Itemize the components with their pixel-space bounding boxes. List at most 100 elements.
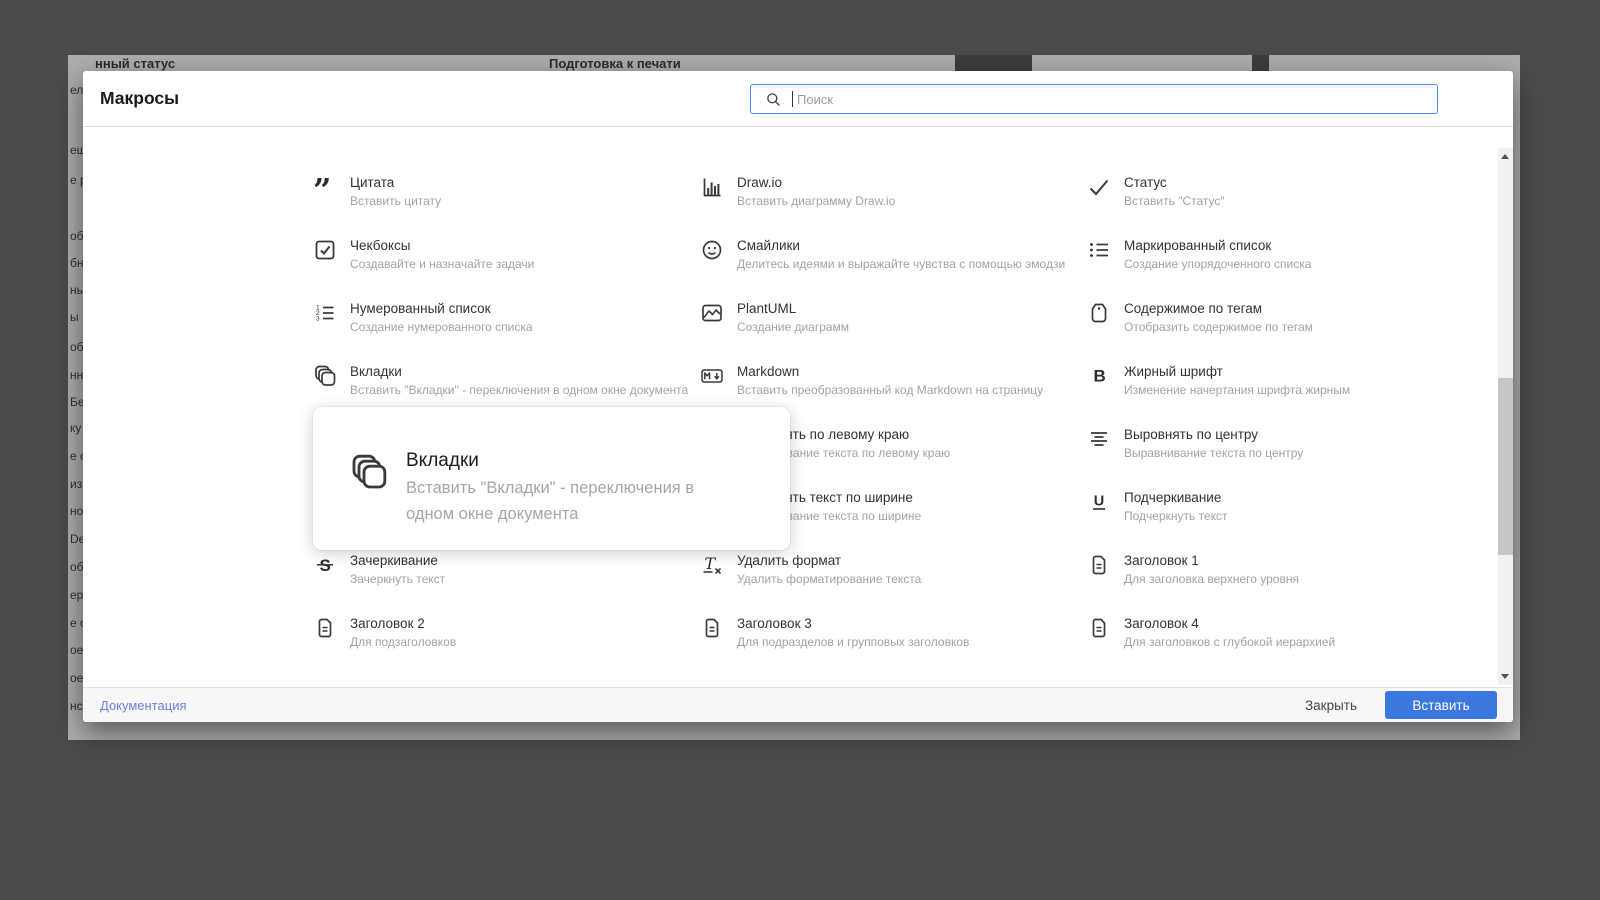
background-text-fragment: ер xyxy=(70,588,83,602)
macro-item[interactable]: ” Цитата Вставить цитату xyxy=(313,171,700,238)
macro-description: Зачеркнуть текст xyxy=(350,572,446,586)
macro-item[interactable]: Смайлики Делитесь идеями и выражайте чув… xyxy=(700,238,1087,301)
close-button[interactable]: Закрыть xyxy=(1295,692,1367,719)
macro-title: Выровнять по центру xyxy=(1124,427,1259,442)
macro-item[interactable]: B Жирный шрифт Изменение начертания шриф… xyxy=(1087,364,1474,427)
macro-item[interactable]: Выровнять по центру Выравнивание текста … xyxy=(1087,427,1474,490)
background-text-fragment: об xyxy=(70,229,83,243)
doc-icon xyxy=(313,616,337,640)
macro-item[interactable]: U Подчеркивание Подчеркнуть текст xyxy=(1087,490,1474,553)
macro-title: Содержимое по тегам xyxy=(1124,301,1262,316)
background-text-fragment: ели xyxy=(70,83,83,97)
macro-title: Жирный шрифт xyxy=(1124,364,1223,379)
background-text-fragment: из xyxy=(70,477,83,491)
macro-description: Вставить диаграмму Draw.io xyxy=(737,194,896,208)
macro-title: Заголовок 3 xyxy=(737,616,812,631)
scroll-down-arrow-icon[interactable] xyxy=(1501,674,1509,679)
scrollbar[interactable] xyxy=(1498,148,1513,685)
macro-item[interactable]: Заголовок 3 Для подразделов и групповых … xyxy=(700,616,1087,679)
macro-description: Для подзаголовков xyxy=(350,635,457,649)
macro-description: Вставить "Статус" xyxy=(1124,194,1225,208)
macro-title: Заголовок 2 xyxy=(350,616,425,631)
macro-title: Заголовок 1 xyxy=(1124,553,1199,568)
macro-description: Создание диаграмм xyxy=(737,320,850,334)
doc-icon xyxy=(700,616,724,640)
macro-description: Делитесь идеями и выражайте чувства с по… xyxy=(737,257,1066,271)
underline-icon: U xyxy=(1087,490,1111,514)
background-text-fragment: ое xyxy=(70,643,83,657)
background-text-fragment: е р xyxy=(70,173,83,187)
search-input[interactable] xyxy=(795,90,1437,108)
macro-item[interactable]: Чекбоксы Создавайте и назначайте задачи xyxy=(313,238,700,301)
macro-item[interactable]: S Зачеркивание Зачеркнуть текст xyxy=(313,553,700,616)
documentation-link[interactable]: Документация xyxy=(100,698,187,713)
strikethrough-icon: S xyxy=(313,553,337,577)
macro-description: Изменение начертания шрифта жирным xyxy=(1124,383,1351,397)
macro-item[interactable]: PlantUML Создание диаграмм xyxy=(700,301,1087,364)
macro-description: Создание нумерованного списка xyxy=(350,320,533,334)
background-text-fragment: ещ xyxy=(70,143,83,157)
macro-item[interactable]: Заголовок 2 Для подзаголовков xyxy=(313,616,700,679)
macro-item[interactable]: Заголовок 1 Для заголовка верхнего уровн… xyxy=(1087,553,1474,616)
macro-item[interactable]: Содержимое по тегам Отобразить содержимо… xyxy=(1087,301,1474,364)
background-text-fragment: бн xyxy=(70,256,83,270)
background-text-fragment: ое xyxy=(70,671,83,685)
macro-title: Статус xyxy=(1124,175,1167,190)
scroll-up-arrow-icon[interactable] xyxy=(1501,154,1509,159)
background-box-fragment xyxy=(1252,55,1269,71)
tag-icon xyxy=(1087,301,1111,325)
background-text-fragment: De xyxy=(70,532,83,546)
macro-title: Markdown xyxy=(737,364,800,379)
macro-item[interactable]: Draw.io Вставить диаграмму Draw.io xyxy=(700,175,1087,238)
macro-description: Для подразделов и групповых заголовков xyxy=(737,635,970,649)
macro-item[interactable]: Маркированный список Создание упорядочен… xyxy=(1087,238,1474,301)
macro-description: Вставить цитату xyxy=(350,194,442,208)
dialog-header: Макросы xyxy=(83,71,1513,127)
macro-description: Выравнивание текста по центру xyxy=(1124,446,1304,460)
background-text-fragment: об xyxy=(70,560,83,574)
smiley-icon xyxy=(700,238,724,262)
svg-text:”: ” xyxy=(313,175,331,199)
macro-title: Смайлики xyxy=(737,238,800,253)
numbered-list-icon: 123 xyxy=(313,301,337,325)
macro-description: Создавайте и назначайте задачи xyxy=(350,257,535,271)
macro-title: Нумерованный список xyxy=(350,301,491,316)
checkbox-icon xyxy=(313,238,337,262)
background-text-fragment: е с xyxy=(70,449,83,463)
background-text-fragment: нн xyxy=(70,368,83,382)
macro-item[interactable]: Заголовок 4 Для заголовков с глубокой ие… xyxy=(1087,616,1474,679)
doc-icon xyxy=(1087,616,1111,640)
background-box-fragment xyxy=(955,55,1032,71)
background-text-fragment: е о xyxy=(70,616,83,630)
align-center-icon xyxy=(1087,427,1111,451)
search-box[interactable] xyxy=(750,84,1438,114)
tooltip-title: Вкладки xyxy=(406,450,479,471)
macro-description: Подчеркнуть текст xyxy=(1124,509,1228,523)
scrollbar-thumb[interactable] xyxy=(1498,378,1513,555)
dialog-title: Макросы xyxy=(100,88,180,108)
insert-button[interactable]: Вставить xyxy=(1385,691,1497,719)
dialog-footer: Документация Закрыть Вставить xyxy=(83,687,1513,722)
background-text-fragment: нный статус xyxy=(95,56,176,71)
background-text-fragment: ку xyxy=(70,421,82,435)
macro-description: Для заголовков с глубокой иерархией xyxy=(1124,635,1336,649)
search-icon xyxy=(767,92,780,106)
bullet-list-icon xyxy=(1087,238,1111,262)
macro-item[interactable]: 123 Нумерованный список Создание нумеров… xyxy=(313,301,700,364)
macro-title: Заголовок 4 xyxy=(1124,616,1199,631)
macro-description: Удалить форматирование текста xyxy=(737,572,922,586)
macro-preview-tooltip: Вкладки Вставить "Вкладки" - переключени… xyxy=(313,407,790,550)
macro-title: Draw.io xyxy=(737,175,783,190)
check-icon xyxy=(1087,175,1111,199)
macro-description: Вставить "Вкладки" - переключения в одно… xyxy=(350,383,689,397)
macro-item[interactable]: T Удалить формат Удалить форматирование … xyxy=(700,553,1087,616)
bold-icon: B xyxy=(1087,364,1111,388)
doc-icon xyxy=(1087,553,1111,577)
macro-title: Вкладки xyxy=(350,364,402,379)
tooltip-icon xyxy=(349,452,389,492)
macros-dialog: Макросы ” Цитата Вставить цитату Чекбокс… xyxy=(83,71,1513,722)
macro-title: Удалить формат xyxy=(737,553,842,568)
macro-item[interactable]: Статус Вставить "Статус" xyxy=(1087,175,1474,238)
background-text-fragment: обн xyxy=(70,340,83,354)
area-chart-icon xyxy=(700,301,724,325)
